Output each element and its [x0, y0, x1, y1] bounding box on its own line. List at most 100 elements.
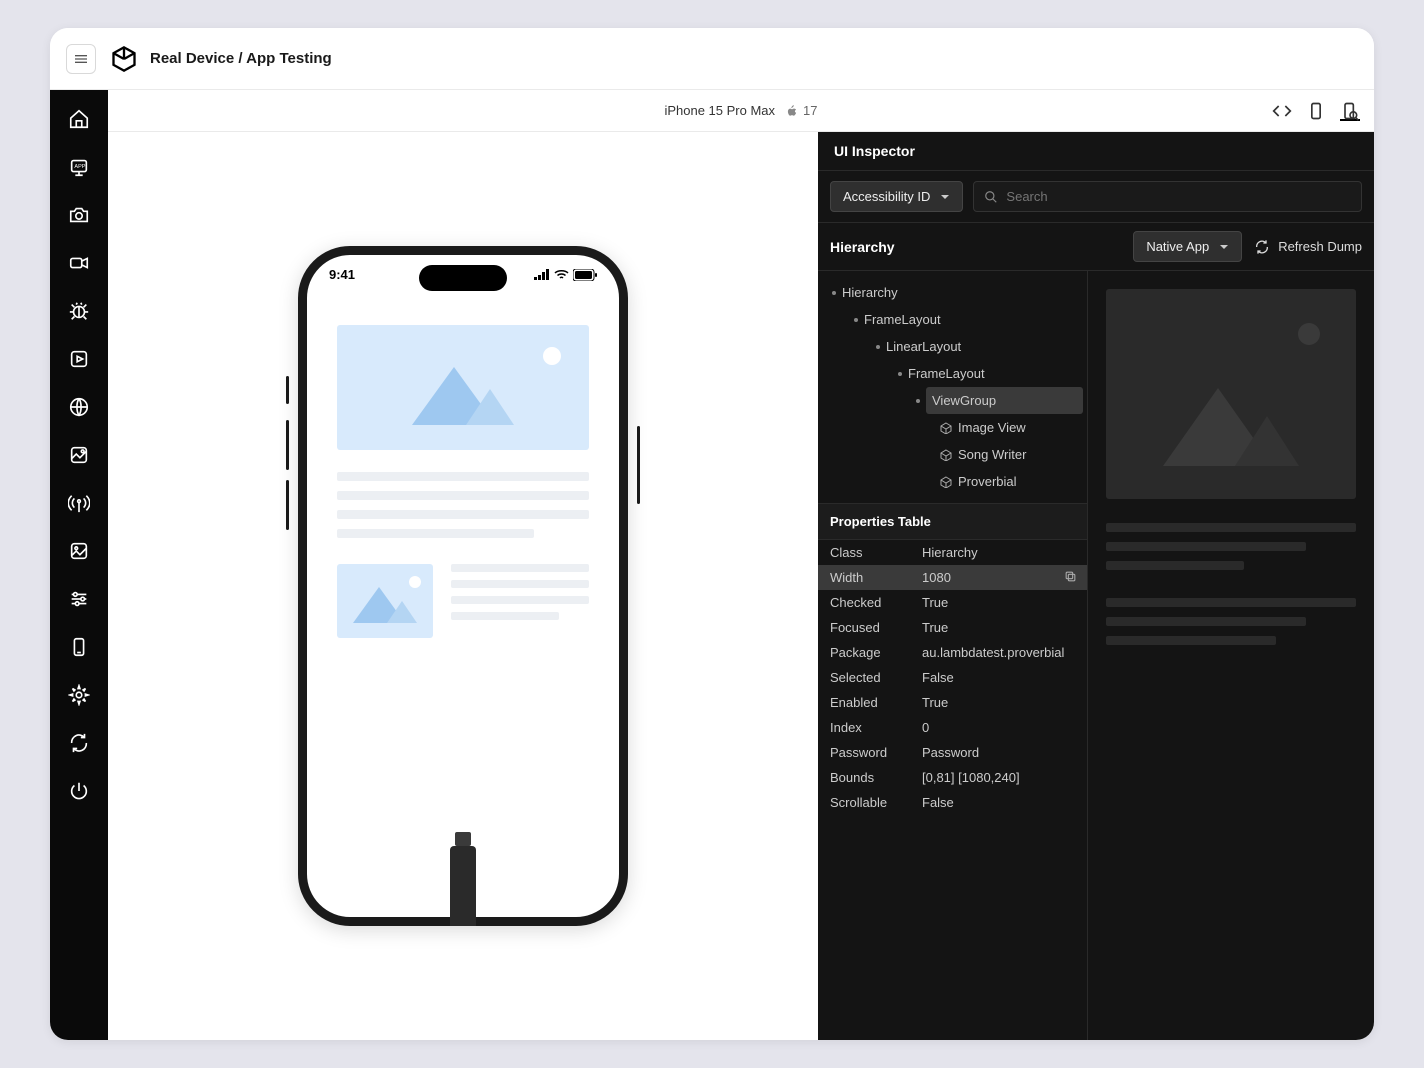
svg-text:APP: APP: [74, 164, 85, 170]
property-row[interactable]: Index0: [818, 715, 1087, 740]
gear-icon: [68, 684, 90, 706]
main-content: iPhone 15 Pro Max 17: [108, 90, 1374, 1040]
property-value: 1080: [922, 570, 951, 585]
sidebar-network[interactable]: [66, 490, 92, 516]
video-icon: [68, 252, 90, 274]
code-button[interactable]: [1272, 101, 1292, 121]
tree-node[interactable]: FrameLayout: [818, 306, 1087, 333]
search-box[interactable]: [973, 181, 1362, 212]
globe-icon: [68, 396, 90, 418]
preview-line: [1106, 598, 1356, 607]
cube-icon: [940, 449, 952, 461]
preview-panel: [1088, 271, 1374, 1040]
property-key: Enabled: [830, 695, 922, 710]
app-type-dropdown[interactable]: Native App: [1133, 231, 1242, 262]
tree-node-root[interactable]: Hierarchy: [818, 279, 1087, 306]
placeholder-line: [337, 491, 589, 500]
locator-dropdown-label: Accessibility ID: [843, 189, 930, 204]
phone-side-button: [286, 376, 289, 404]
tree-node-leaf[interactable]: Proverbial: [818, 468, 1087, 495]
refresh-icon: [1254, 239, 1270, 255]
property-value: False: [922, 795, 954, 810]
sidebar-settings[interactable]: [66, 682, 92, 708]
locator-dropdown[interactable]: Accessibility ID: [830, 181, 963, 212]
tree-node-selected[interactable]: ViewGroup: [926, 387, 1083, 414]
sidebar-camera[interactable]: [66, 202, 92, 228]
sidebar-sync[interactable]: [66, 730, 92, 756]
sidebar-app[interactable]: APP: [66, 154, 92, 180]
property-key: Scrollable: [830, 795, 922, 810]
device-bar: iPhone 15 Pro Max 17: [108, 90, 1374, 132]
property-row[interactable]: ClassHierarchy: [818, 540, 1087, 565]
home-icon: [68, 108, 90, 130]
tree-node-leaf[interactable]: Image View: [818, 414, 1087, 441]
property-value: Password: [922, 745, 979, 760]
play-square-icon: [68, 348, 90, 370]
status-icons: [534, 269, 597, 281]
preview-line: [1106, 636, 1276, 645]
sidebar-map[interactable]: [66, 442, 92, 468]
tree-node-leaf[interactable]: Song Writer: [818, 441, 1087, 468]
sidebar-video[interactable]: [66, 250, 92, 276]
ui-inspector-panel: UI Inspector Accessibility ID Hierarchy: [818, 132, 1374, 1040]
menu-button[interactable]: [66, 44, 96, 74]
inspector-icon: [1340, 101, 1360, 121]
bug-icon: [68, 300, 90, 322]
sidebar-device[interactable]: [66, 634, 92, 660]
property-row[interactable]: SelectedFalse: [818, 665, 1087, 690]
sidebar: APP: [50, 90, 108, 1040]
sidebar-power[interactable]: [66, 778, 92, 804]
signal-icon: [534, 269, 550, 280]
tree-node[interactable]: FrameLayout: [818, 360, 1087, 387]
sidebar-play[interactable]: [66, 346, 92, 372]
placeholder-line: [337, 510, 589, 519]
phone-icon: [68, 636, 90, 658]
status-time: 9:41: [329, 267, 355, 282]
property-row[interactable]: EnabledTrue: [818, 690, 1087, 715]
device-button[interactable]: [1306, 101, 1326, 121]
property-row[interactable]: FocusedTrue: [818, 615, 1087, 640]
property-value: True: [922, 620, 948, 635]
preview-line: [1106, 561, 1244, 570]
page-title: Real Device / App Testing: [150, 50, 332, 67]
sidebar-home[interactable]: [66, 106, 92, 132]
property-value: 0: [922, 720, 929, 735]
placeholder-image: [337, 325, 589, 450]
property-row[interactable]: Width1080: [818, 565, 1087, 590]
tree-panel: Hierarchy FrameLayout LinearLayout Frame…: [818, 271, 1088, 1040]
placeholder-line: [337, 529, 534, 538]
properties-table[interactable]: ClassHierarchyWidth1080CheckedTrueFocuse…: [818, 540, 1087, 1040]
toolbar-right: [1272, 101, 1360, 121]
preview-line: [1106, 617, 1306, 626]
properties-header: Properties Table: [818, 503, 1087, 540]
device-name: iPhone 15 Pro Max: [664, 103, 775, 118]
phone-frame[interactable]: 9:41: [298, 246, 628, 926]
property-row[interactable]: CheckedTrue: [818, 590, 1087, 615]
copy-icon[interactable]: [1064, 570, 1077, 583]
property-row[interactable]: Bounds[0,81] [1080,240]: [818, 765, 1087, 790]
search-input[interactable]: [1006, 189, 1351, 204]
phone-small-icon: [1306, 101, 1326, 121]
property-row[interactable]: Packageau.lambdatest.proverbial: [818, 640, 1087, 665]
antenna-icon: [68, 492, 90, 514]
property-value: False: [922, 670, 954, 685]
sidebar-globe[interactable]: [66, 394, 92, 420]
top-bar: Real Device / App Testing: [50, 28, 1374, 90]
tree-node[interactable]: LinearLayout: [818, 333, 1087, 360]
refresh-dump-button[interactable]: Refresh Dump: [1254, 239, 1362, 255]
property-key: Package: [830, 645, 922, 660]
property-row[interactable]: PasswordPassword: [818, 740, 1087, 765]
property-row[interactable]: ScrollableFalse: [818, 790, 1087, 815]
chevron-down-icon: [1219, 242, 1229, 252]
cube-icon: [940, 476, 952, 488]
sidebar-image[interactable]: [66, 538, 92, 564]
sidebar-bug[interactable]: [66, 298, 92, 324]
hierarchy-tree: Hierarchy FrameLayout LinearLayout Frame…: [818, 271, 1087, 503]
sidebar-sliders[interactable]: [66, 586, 92, 612]
search-icon: [984, 190, 998, 204]
body-area: APP iPhone 15 Pro Max 17: [50, 90, 1374, 1040]
battery-icon: [573, 269, 597, 281]
inspector-button[interactable]: [1340, 101, 1360, 121]
apple-icon: [785, 104, 799, 118]
sliders-icon: [68, 588, 90, 610]
